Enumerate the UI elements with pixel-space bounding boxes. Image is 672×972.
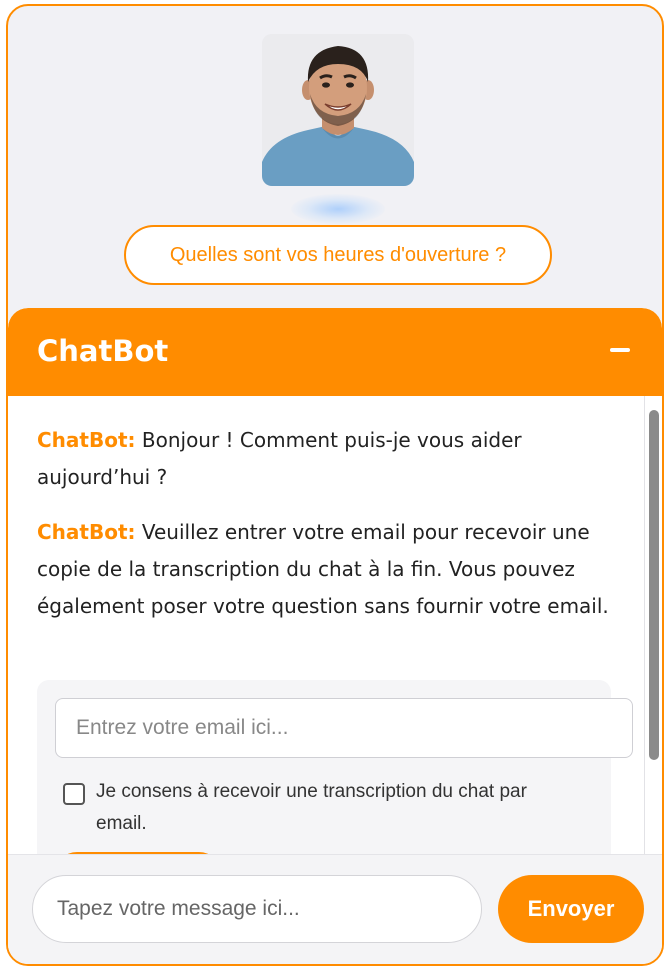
- consent-checkbox[interactable]: [63, 783, 85, 805]
- avatar-shadow: [291, 194, 385, 224]
- email-form: Je consens à recevoir une transcription …: [37, 680, 633, 854]
- message-sender: ChatBot:: [37, 428, 136, 452]
- agent-avatar: [262, 34, 414, 186]
- person-avatar-icon: [262, 34, 414, 186]
- chat-message: ChatBot: Veuillez entrer votre email pou…: [37, 514, 617, 625]
- send-button[interactable]: Envoyer: [498, 875, 644, 943]
- minimize-button[interactable]: [602, 332, 638, 368]
- message-composer: Envoyer: [8, 854, 662, 964]
- message-input[interactable]: [32, 875, 482, 943]
- scrollbar-thumb[interactable]: [649, 410, 659, 760]
- email-field[interactable]: [55, 698, 633, 758]
- message-list: ChatBot: Bonjour ! Comment puis-je vous …: [8, 396, 644, 854]
- message-sender: ChatBot:: [37, 520, 136, 544]
- chat-message: ChatBot: Bonjour ! Comment puis-je vous …: [37, 422, 617, 496]
- minus-icon: [610, 348, 630, 352]
- consent-label: Je consens à recevoir une transcription …: [96, 781, 527, 834]
- chat-header: ChatBot: [8, 308, 662, 396]
- message-scrollbar[interactable]: [644, 396, 662, 854]
- chat-widget: Quelles sont vos heures d'ouverture ? Ch…: [6, 4, 664, 966]
- chat-panel: ChatBot ChatBot: Bonjour ! Comment puis-…: [8, 308, 662, 964]
- chat-title: ChatBot: [37, 334, 169, 368]
- suggestion-button-opening-hours[interactable]: Quelles sont vos heures d'ouverture ?: [124, 225, 552, 285]
